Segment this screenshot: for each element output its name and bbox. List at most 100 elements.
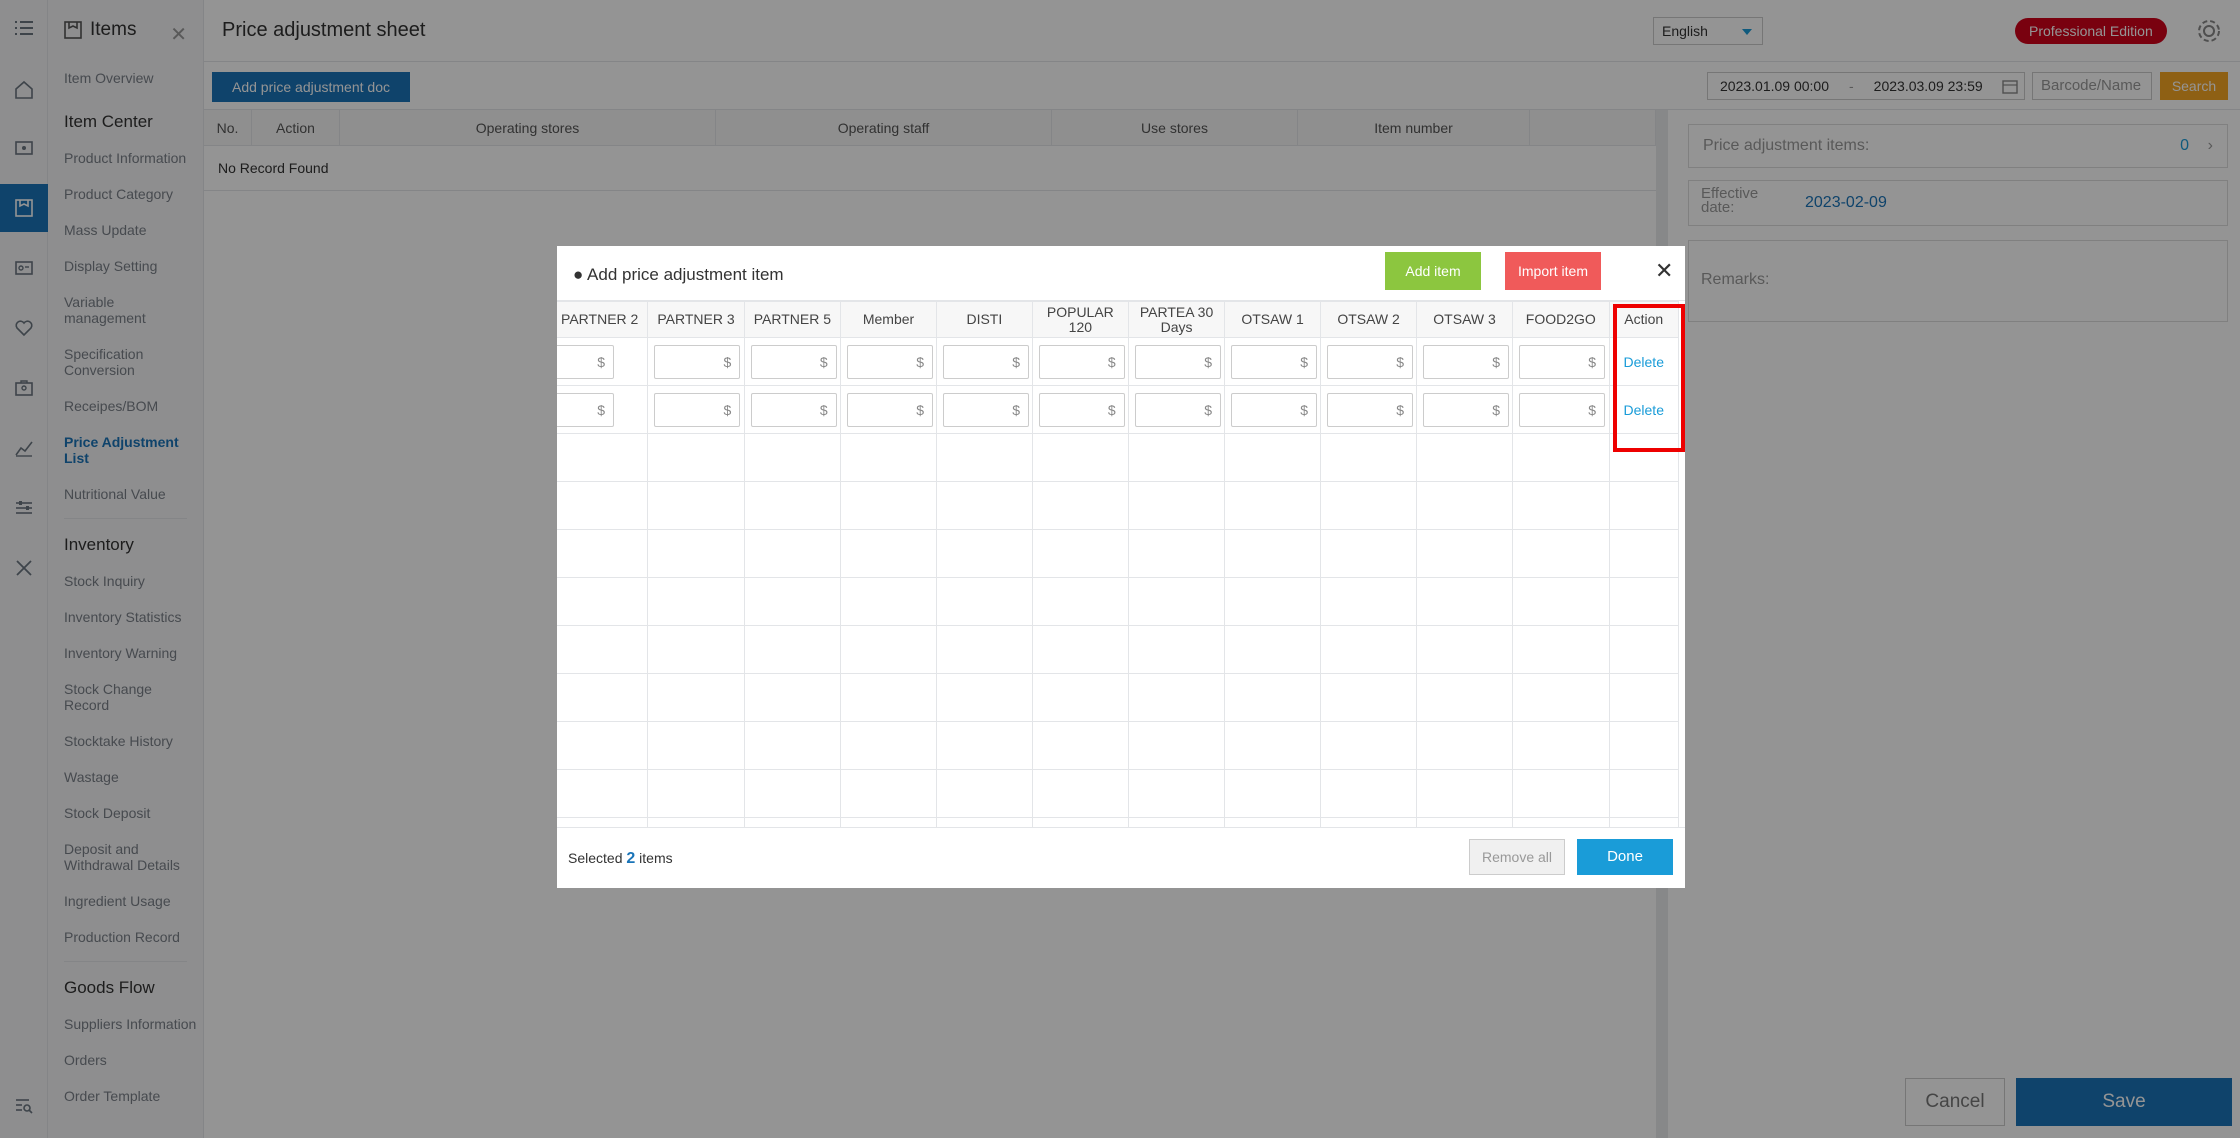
- grid-cell: $: [1416, 385, 1514, 434]
- add-price-adjustment-item-modal: ● Add price adjustment item Add item Imp…: [557, 246, 1685, 888]
- price-input[interactable]: $: [750, 345, 837, 379]
- action-cell: [1608, 433, 1679, 482]
- table-row: [557, 529, 1679, 578]
- price-input[interactable]: $: [1327, 345, 1414, 379]
- action-cell: [1608, 769, 1679, 818]
- grid-cell: [1512, 769, 1610, 818]
- grid-header-otsaw-3: OTSAW 3: [1416, 301, 1514, 338]
- grid-cell: [840, 817, 938, 827]
- delete-link[interactable]: Delete: [1610, 354, 1679, 370]
- grid-cell: [1416, 625, 1514, 674]
- price-input[interactable]: $: [557, 345, 614, 379]
- grid-cell: [1416, 817, 1514, 827]
- grid-cell: $: [1031, 385, 1130, 434]
- grid-cell: [557, 625, 649, 674]
- grid-cell: [743, 673, 842, 722]
- grid-cell: [1128, 673, 1226, 722]
- price-input[interactable]: $: [1519, 345, 1606, 379]
- grid-cell: [1512, 625, 1610, 674]
- grid-header-food2go: FOOD2GO: [1512, 301, 1610, 338]
- grid-header-otsaw-1: OTSAW 1: [1224, 301, 1322, 338]
- price-input[interactable]: $: [943, 345, 1030, 379]
- action-cell: [1608, 481, 1679, 530]
- grid-cell: [743, 433, 842, 482]
- table-row: $ $ $ $ $ $ $ $ $ $ $ Delete: [557, 337, 1679, 386]
- grid-cell: [1031, 673, 1130, 722]
- grid-cell: [743, 817, 842, 827]
- grid-cell: [936, 577, 1033, 626]
- grid-cell: [1320, 529, 1418, 578]
- grid-cell: [647, 625, 745, 674]
- grid-cell: [1128, 625, 1226, 674]
- grid-header-partea-30-days: PARTEA 30 Days: [1128, 301, 1226, 338]
- price-input[interactable]: $: [1423, 345, 1510, 379]
- grid-cell: [557, 529, 649, 578]
- price-input[interactable]: $: [1135, 345, 1222, 379]
- close-icon[interactable]: ✕: [1655, 258, 1673, 284]
- grid-cell: [1031, 769, 1130, 818]
- table-row: [557, 721, 1679, 770]
- grid-cell: $: [1128, 337, 1226, 386]
- price-input[interactable]: $: [654, 393, 741, 427]
- price-input[interactable]: $: [1231, 393, 1318, 427]
- price-input[interactable]: $: [557, 393, 614, 427]
- grid-cell: [1320, 625, 1418, 674]
- done-button[interactable]: Done: [1577, 839, 1673, 875]
- price-input[interactable]: $: [847, 393, 934, 427]
- remove-all-button[interactable]: Remove all: [1469, 839, 1565, 875]
- grid-cell: [743, 769, 842, 818]
- grid-cell: [743, 721, 842, 770]
- price-input[interactable]: $: [1135, 393, 1222, 427]
- delete-link[interactable]: Delete: [1610, 402, 1679, 418]
- grid-cell: [1031, 577, 1130, 626]
- grid-cell: $: [557, 385, 649, 434]
- grid-cell: [936, 433, 1033, 482]
- grid-cell: [647, 721, 745, 770]
- grid-cell: [743, 577, 842, 626]
- import-item-button[interactable]: Import item: [1505, 252, 1601, 290]
- grid-cell: [1224, 817, 1322, 827]
- price-input[interactable]: $: [1327, 393, 1414, 427]
- action-cell: [1608, 529, 1679, 578]
- grid-cell: [1320, 433, 1418, 482]
- grid-cell: [557, 817, 649, 827]
- grid-cell: [647, 673, 745, 722]
- grid-cell: [1224, 577, 1322, 626]
- grid-cell: [1320, 817, 1418, 827]
- grid-cell: [557, 673, 649, 722]
- price-input[interactable]: $: [1038, 345, 1125, 379]
- grid-cell: [936, 721, 1033, 770]
- grid-cell: [1031, 721, 1130, 770]
- grid-cell: $: [1512, 337, 1610, 386]
- grid-cell: $: [936, 385, 1033, 434]
- grid-cell: [1416, 481, 1514, 530]
- price-input[interactable]: $: [847, 345, 934, 379]
- table-row: [557, 769, 1679, 818]
- grid-cell: $: [743, 385, 842, 434]
- grid-cell: [557, 721, 649, 770]
- grid-cell: [1128, 817, 1226, 827]
- grid-cell: [840, 433, 938, 482]
- price-input[interactable]: $: [1519, 393, 1606, 427]
- price-input[interactable]: $: [1423, 393, 1510, 427]
- grid-cell: [1512, 721, 1610, 770]
- action-cell: [1608, 673, 1679, 722]
- price-input[interactable]: $: [1231, 345, 1318, 379]
- table-row: [557, 817, 1679, 827]
- grid-cell: [647, 577, 745, 626]
- grid-cell: [1224, 481, 1322, 530]
- grid-cell: [840, 673, 938, 722]
- grid-cell: [557, 433, 649, 482]
- selected-count: 2: [626, 850, 636, 867]
- grid-cell: [936, 625, 1033, 674]
- grid-cell: [743, 529, 842, 578]
- grid-cell: [840, 481, 938, 530]
- price-input[interactable]: $: [943, 393, 1030, 427]
- price-input[interactable]: $: [750, 393, 837, 427]
- add-item-button[interactable]: Add item: [1385, 252, 1481, 290]
- grid-cell: $: [1128, 385, 1226, 434]
- grid-cell: $: [1031, 337, 1130, 386]
- price-input[interactable]: $: [1038, 393, 1125, 427]
- price-input[interactable]: $: [654, 345, 741, 379]
- grid-cell: [1031, 481, 1130, 530]
